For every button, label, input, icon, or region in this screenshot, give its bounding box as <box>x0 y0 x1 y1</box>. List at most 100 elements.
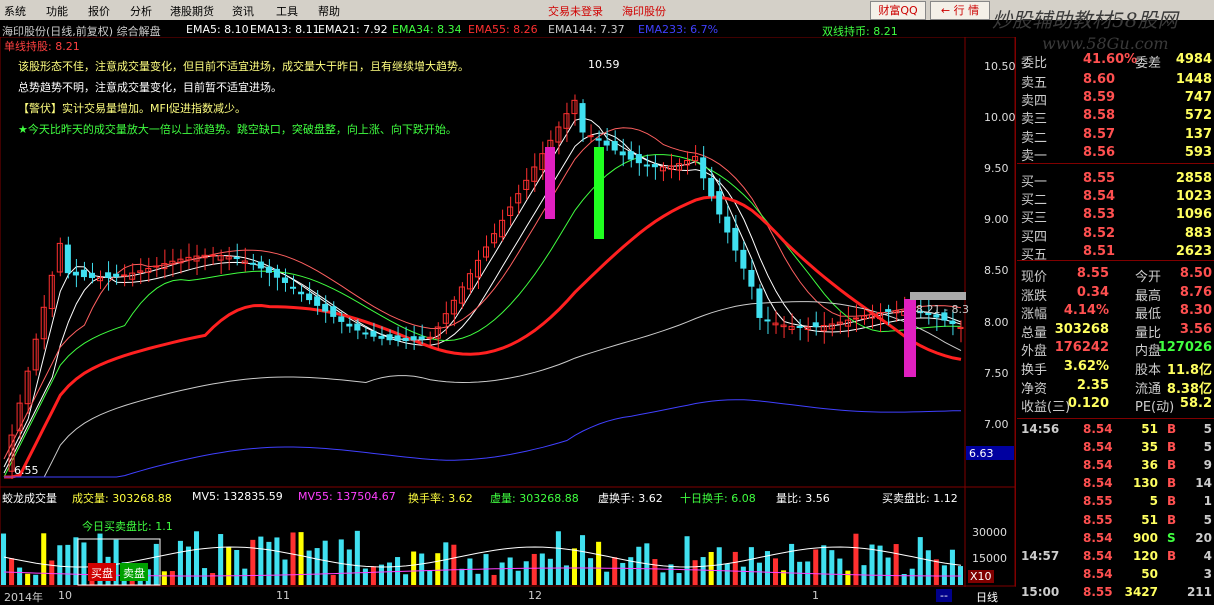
candle-body <box>306 293 313 301</box>
quote-panel: 委比 41.60% 委差 4984 卖五 8.60 1448 卖四 8.59 747 卖三 8.58 5… <box>1017 52 1214 605</box>
volume-bar <box>330 574 336 585</box>
candle-body <box>860 315 867 320</box>
tick-count: 1 <box>1203 494 1212 509</box>
volume-bar <box>700 557 706 585</box>
ema55-label: EMA55: 8.26 <box>468 23 538 36</box>
menu-help[interactable]: 帮助 <box>318 3 340 19</box>
vol-mv5: MV5: 132835.59 <box>192 490 283 503</box>
period-label[interactable]: 日线 <box>976 589 998 605</box>
candle-body <box>643 164 650 167</box>
vol-virtual-turnover: 虚换手: 3.62 <box>598 492 663 505</box>
bid-volume: 1096 <box>1175 207 1212 223</box>
candle-body <box>273 268 280 278</box>
volume-bar <box>475 573 481 585</box>
vol-turnover: 换手率: 3.62 <box>408 492 473 505</box>
bid-row: 买二 8.54 1023 <box>1017 189 1214 208</box>
menu-news[interactable]: 资讯 <box>232 3 254 19</box>
volume-bar <box>933 559 939 585</box>
candle-body <box>346 323 353 327</box>
candle-body <box>458 286 465 304</box>
volume-bar <box>596 541 602 585</box>
signal-line-2: 总势趋势不明，注意成交量变化，目前暂不适宜进场。 <box>18 81 282 94</box>
date-tick: 10 <box>58 589 72 602</box>
volume-bar <box>515 570 521 585</box>
menu-tools[interactable]: 工具 <box>276 3 298 19</box>
quote-label: 委比 <box>1021 56 1048 71</box>
scroll-button[interactable]: -- <box>936 589 952 602</box>
menu-system[interactable]: 系统 <box>4 3 26 19</box>
tick-volume: 35 <box>1141 440 1158 455</box>
signal-line-3: 【警伏】实计交易量增加。MFI促进指数减少。 <box>18 102 247 115</box>
quote-value: 4984 <box>1175 52 1212 67</box>
tick-side: B <box>1167 422 1177 436</box>
menu-hk-futures[interactable]: 港股期货 <box>170 3 214 19</box>
candle-body <box>40 306 47 340</box>
menu-analysis[interactable]: 分析 <box>130 3 152 19</box>
tick-row: 14:57 8.54 120 B 4 <box>1017 549 1214 567</box>
tick-side: B <box>1167 476 1177 491</box>
watermark-url: www.58Gu.com <box>1042 34 1169 53</box>
candle-body <box>756 288 763 318</box>
volume-bar <box>949 549 955 585</box>
ema144-label: EMA144: 7.37 <box>548 23 625 36</box>
volume-bar <box>491 574 497 585</box>
ma-lines <box>3 117 962 479</box>
volume-bar <box>322 540 328 585</box>
candle-body <box>257 261 264 269</box>
volume-bar <box>435 553 441 585</box>
candle-body <box>298 291 305 295</box>
volume-bar <box>668 564 674 585</box>
tick-count: 20 <box>1195 530 1212 545</box>
ask-label: 卖五 <box>1021 76 1048 91</box>
volume-bar <box>81 542 87 585</box>
candle-body <box>619 151 626 156</box>
stat-label: 股本 <box>1135 363 1162 378</box>
price-tick: 8.50 <box>984 264 1009 277</box>
stat-row: 总量 303268 量比 3.56 <box>1017 322 1214 341</box>
bid-price: 8.53 <box>1083 207 1116 223</box>
menu-quote[interactable]: 报价 <box>88 3 110 19</box>
stat-label: 净资 <box>1021 381 1048 397</box>
ask-row: 卖三 8.58 572 <box>1017 108 1214 127</box>
candle-body <box>72 271 79 276</box>
ask-row: 卖五 8.60 1448 <box>1017 72 1214 91</box>
broker-name[interactable]: 海印股份 <box>622 3 666 19</box>
tick-row: 8.54 36 B 9 <box>1017 458 1214 476</box>
stat-value: 176242 <box>1054 340 1109 356</box>
tick-volume: 130 <box>1132 476 1158 491</box>
tick-price: 8.55 <box>1083 494 1113 509</box>
candle-body <box>281 277 289 283</box>
stat-label: 流通 <box>1135 381 1162 397</box>
candle-body <box>587 135 594 138</box>
volume-bar <box>740 566 746 585</box>
price-tick: 9.50 <box>984 162 1009 175</box>
login-status[interactable]: 交易未登录 <box>548 3 603 19</box>
candle-body <box>708 177 715 197</box>
ask-volume: 137 <box>1184 126 1212 142</box>
highlight-bar <box>594 147 604 239</box>
ma-line <box>3 117 962 468</box>
quote-divider <box>1017 418 1214 419</box>
stat-label: 涨跌 <box>1021 288 1048 304</box>
caifu-qq-button[interactable]: 财富QQ <box>870 1 926 20</box>
ask-volume: 572 <box>1184 108 1212 124</box>
tick-price: 8.54 <box>1083 548 1113 563</box>
stat-value: 8.55 <box>1076 266 1109 281</box>
ask-row: 卖一 8.56 593 <box>1017 145 1214 164</box>
tick-volume: 120 <box>1132 548 1158 563</box>
candle-body <box>64 244 71 274</box>
candle-body <box>595 138 602 141</box>
stat-label: 最低 <box>1135 307 1162 323</box>
menu-function[interactable]: 功能 <box>46 3 68 19</box>
stat-value: 2.35 <box>1076 377 1109 393</box>
tick-count: 3 <box>1203 566 1212 581</box>
ask-row: 卖四 8.59 747 <box>1017 90 1214 109</box>
watermark-cn: 炒股辅助教材58股网 <box>992 8 1178 32</box>
hangqing-button[interactable]: ← 行 情 <box>930 1 990 20</box>
candle-body <box>330 306 337 317</box>
volume-bar <box>258 536 264 585</box>
tick-volume: 900 <box>1132 530 1158 545</box>
tick-volume: 51 <box>1141 512 1158 527</box>
ask-price: 8.59 <box>1083 90 1116 106</box>
volume-bar <box>660 572 666 585</box>
